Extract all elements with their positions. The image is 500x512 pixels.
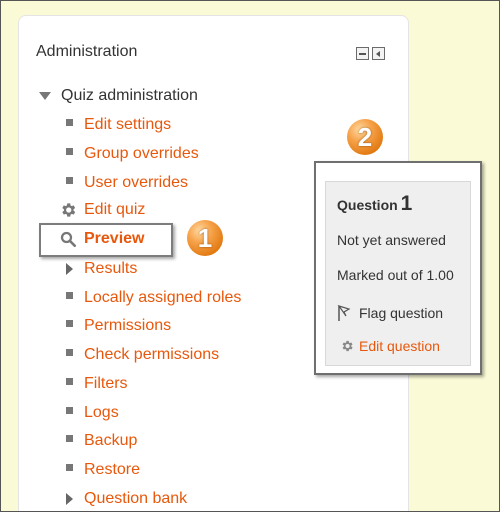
flag-icon (337, 304, 351, 321)
block-title: Administration (36, 43, 138, 60)
bullet-icon (65, 147, 73, 155)
edit-question-label[interactable]: Edit question (359, 338, 440, 354)
menu-item-label[interactable]: Logs (84, 404, 119, 422)
bullet-icon (65, 319, 73, 327)
block-controls (356, 47, 385, 60)
question-heading: Question 1 (337, 192, 412, 216)
menu-item-label[interactable]: Restore (84, 461, 140, 479)
menu-item-logs[interactable]: Logs (61, 403, 119, 423)
menu-item-check-permissions[interactable]: Check permissions (61, 345, 219, 365)
menu-item-edit-quiz[interactable]: Edit quiz (58, 200, 145, 220)
menu-item-results[interactable]: Results (61, 259, 137, 279)
caret-right-icon (65, 493, 73, 505)
caret-down-icon (39, 92, 51, 100)
menu-item-backup[interactable]: Backup (61, 431, 137, 451)
question-heading-label: Question (337, 197, 398, 213)
menu-item-edit-settings[interactable]: Edit settings (61, 115, 171, 135)
question-info-highlight-box: Question 1 Not yet answered Marked out of… (314, 161, 482, 375)
minimize-icon[interactable] (356, 47, 369, 60)
question-info-panel: Question 1 Not yet answered Marked out of… (325, 181, 471, 366)
bullet-icon (65, 406, 73, 414)
screenshot-frame: Administration Quiz administration Edit … (0, 0, 500, 512)
menu-item-group-overrides[interactable]: Group overrides (61, 144, 199, 164)
question-marks: Marked out of 1.00 (337, 267, 454, 283)
edit-question-link[interactable]: Edit question (340, 338, 440, 354)
menu-item-label[interactable]: Backup (84, 432, 137, 450)
menu-item-label[interactable]: User overrides (84, 174, 188, 192)
menu-item-filters[interactable]: Filters (61, 374, 128, 394)
question-status: Not yet answered (337, 232, 446, 248)
caret-right-icon (65, 263, 73, 275)
menu-item-user-overrides[interactable]: User overrides (61, 173, 188, 193)
menu-item-label[interactable]: Edit quiz (84, 201, 145, 219)
callout-badge-1: 1 (187, 220, 223, 256)
menu-item-label[interactable]: Permissions (84, 317, 171, 335)
menu-item-locally-assigned-roles[interactable]: Locally assigned roles (61, 288, 241, 308)
question-number: 1 (400, 192, 413, 215)
menu-item-label[interactable]: Filters (84, 375, 128, 393)
dock-icon[interactable] (372, 47, 385, 60)
menu-item-permissions[interactable]: Permissions (61, 316, 171, 336)
preview-highlight-box (39, 223, 173, 257)
menu-item-restore[interactable]: Restore (61, 460, 140, 480)
flag-question-label[interactable]: Flag question (359, 305, 443, 321)
menu-item-label[interactable]: Question bank (84, 490, 187, 508)
callout-badge-2: 2 (347, 119, 383, 155)
bullet-icon (65, 291, 73, 299)
menu-item-label[interactable]: Edit settings (84, 116, 171, 134)
quiz-administration-label: Quiz administration (61, 87, 198, 104)
bullet-icon (65, 118, 73, 126)
menu-item-label[interactable]: Group overrides (84, 145, 199, 163)
gear-icon (61, 203, 75, 217)
gear-icon (342, 340, 353, 352)
bullet-icon (65, 463, 73, 471)
flag-question-toggle[interactable]: Flag question (337, 304, 443, 322)
menu-item-label[interactable]: Results (84, 260, 137, 278)
quiz-administration-node[interactable]: Quiz administration (39, 87, 198, 105)
menu-item-question-bank[interactable]: Question bank (61, 489, 187, 509)
menu-item-label[interactable]: Check permissions (84, 346, 219, 364)
bullet-icon (65, 176, 73, 184)
menu-item-label[interactable]: Locally assigned roles (84, 289, 241, 307)
bullet-icon (65, 434, 73, 442)
bullet-icon (65, 377, 73, 385)
bullet-icon (65, 348, 73, 356)
